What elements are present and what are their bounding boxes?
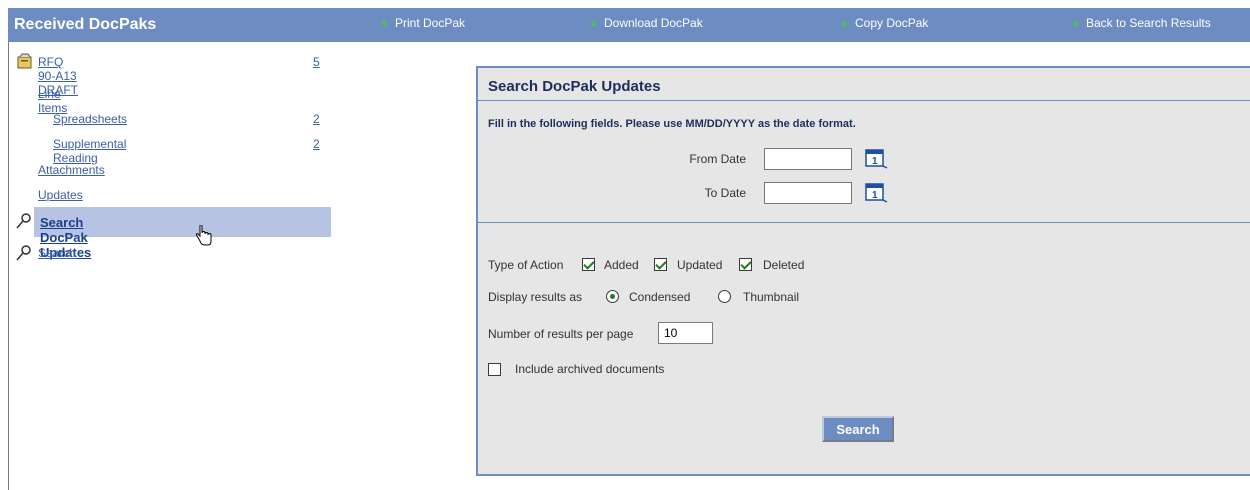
from-date-label: From Date (689, 152, 746, 166)
svg-text:1: 1 (872, 156, 878, 167)
deleted-label: Deleted (763, 258, 805, 272)
search-key-icon (16, 245, 31, 261)
download-docpak-link[interactable]: Download DocPak (591, 16, 703, 30)
tree-item-supplemental-reading[interactable]: Supplemental Reading (53, 137, 126, 165)
app-title: Received DocPaks (14, 16, 157, 33)
deleted-checkbox[interactable] (739, 258, 752, 271)
copy-docpak-link[interactable]: Copy DocPak (842, 16, 928, 30)
to-date-label: To Date (704, 186, 746, 200)
thumbnail-radio[interactable] (718, 290, 731, 303)
search-key-icon (16, 213, 31, 229)
tree-count-supplemental-reading[interactable]: 2 (313, 137, 320, 151)
added-label: Added (604, 258, 639, 272)
include-archived-checkbox[interactable] (488, 363, 501, 376)
header-bar: Received DocPaks Print DocPak Download D… (8, 8, 1250, 42)
updated-checkbox[interactable] (654, 258, 667, 271)
panel-section-divider (478, 222, 1250, 223)
tree-item-attachments[interactable]: Attachments (38, 163, 105, 177)
tree-count-rfq-draft[interactable]: 5 (313, 55, 320, 69)
condensed-radio[interactable] (606, 290, 619, 303)
type-of-action-label: Type of Action (488, 258, 564, 272)
back-to-search-results-label: Back to Search Results (1086, 16, 1211, 30)
results-per-page-input[interactable] (658, 322, 713, 344)
svg-text:1: 1 (872, 190, 878, 201)
hand-cursor-icon (195, 225, 212, 246)
tree-item-line-items[interactable]: Line Items (38, 87, 67, 115)
download-docpak-label: Download DocPak (604, 16, 703, 30)
display-results-label: Display results as (488, 290, 583, 304)
docpak-icon (17, 53, 32, 69)
from-date-input[interactable] (764, 148, 852, 170)
bullet-icon (591, 21, 596, 27)
calendar-icon[interactable]: 1 (864, 148, 888, 170)
to-date-input[interactable] (764, 182, 852, 204)
copy-docpak-label: Copy DocPak (855, 16, 929, 30)
instructions-text: Fill in the following fields. Please use… (488, 118, 856, 130)
include-archived-label: Include archived documents (515, 362, 665, 376)
bullet-icon (842, 21, 847, 27)
condensed-label: Condensed (629, 290, 691, 304)
added-checkbox[interactable] (582, 258, 595, 271)
calendar-icon[interactable]: 1 (864, 182, 888, 204)
thumbnail-label: Thumbnail (743, 290, 800, 304)
print-docpak-link[interactable]: Print DocPak (382, 16, 465, 30)
print-docpak-label: Print DocPak (395, 16, 466, 30)
results-per-page-label: Number of results per page (488, 327, 634, 341)
back-to-search-results-link[interactable]: Back to Search Results (1073, 16, 1211, 30)
search-docpak-updates-panel: Search DocPak Updates Fill in the follow… (476, 66, 1250, 476)
panel-header-divider (478, 100, 1250, 101)
tree-item-spreadsheets[interactable]: Spreadsheets (53, 112, 127, 126)
panel-title: Search DocPak Updates (488, 78, 661, 95)
bullet-icon (382, 21, 387, 27)
tree-count-spreadsheets[interactable]: 2 (313, 112, 320, 126)
tree-item-updates[interactable]: Updates (38, 188, 83, 202)
left-border (8, 42, 9, 490)
updated-label: Updated (677, 258, 723, 272)
search-button[interactable]: Search (822, 416, 894, 442)
bullet-icon (1073, 21, 1078, 27)
tree-item-search[interactable]: Search (38, 246, 76, 260)
